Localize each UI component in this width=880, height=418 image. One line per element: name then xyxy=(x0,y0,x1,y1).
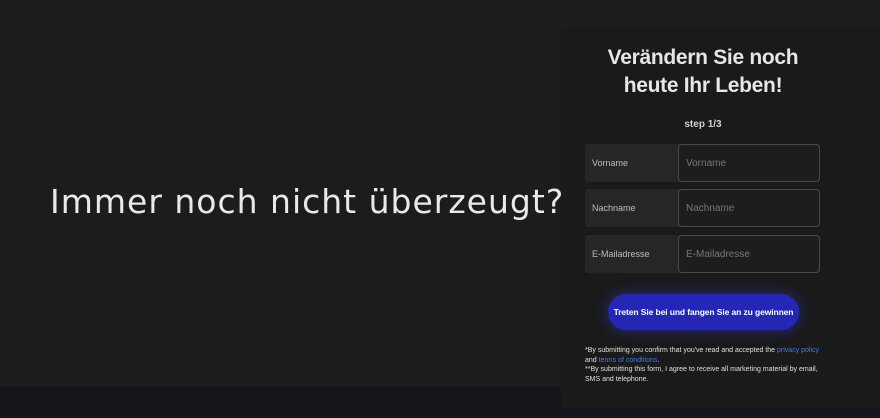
nachname-input[interactable] xyxy=(678,189,820,227)
form-title: Verändern Sie noch heute Ihr Leben! xyxy=(561,44,845,100)
vorname-input[interactable] xyxy=(678,144,820,182)
form-title-line2: heute Ihr Leben! xyxy=(623,74,783,97)
form-title-line1: Verändern Sie noch xyxy=(607,46,799,69)
field-row-nachname: Nachname xyxy=(585,189,820,227)
legal-text: *By submitting you confirm that you've r… xyxy=(585,346,825,384)
field-label-vorname: Vorname xyxy=(592,158,629,168)
terms-link[interactable]: terms of conditions xyxy=(599,357,658,364)
field-label-email: E-Mailadresse xyxy=(592,249,650,259)
field-label-nachname: Nachname xyxy=(592,203,636,213)
submit-button[interactable]: Treten Sie bei und fangen Sie an zu gewi… xyxy=(608,294,799,330)
legal-line1-suffix: . xyxy=(657,356,660,364)
step-indicator: step 1/3 xyxy=(684,119,722,130)
legal-line1: *By submitting you confirm that you've r… xyxy=(585,346,825,365)
legal-and: and xyxy=(585,356,597,364)
page-headline: Immer noch nicht überzeugt? xyxy=(50,182,565,221)
field-row-vorname: Vorname xyxy=(585,144,820,182)
privacy-policy-link[interactable]: privacy policy xyxy=(777,347,819,354)
legal-line2: **By submitting this form, I agree to re… xyxy=(585,366,818,383)
email-input[interactable] xyxy=(678,235,820,273)
field-row-email: E-Mailadresse xyxy=(585,235,820,273)
legal-line1-prefix: *By submitting you confirm that you've r… xyxy=(585,347,776,354)
signup-panel: Verändern Sie noch heute Ihr Leben! step… xyxy=(561,28,880,408)
